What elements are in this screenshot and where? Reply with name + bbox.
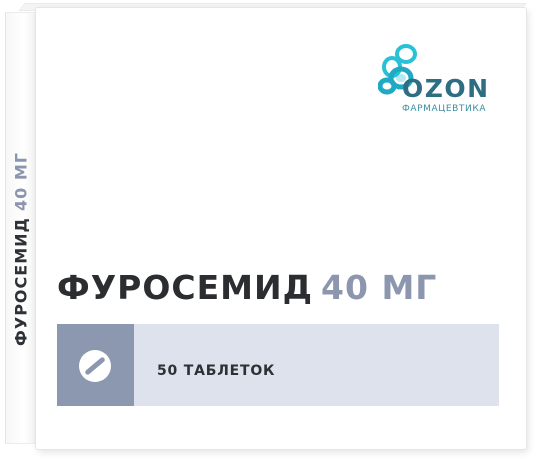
brand-subtitle: ФАРМАЦЕВТИКА xyxy=(402,104,487,114)
product-dose: 40 МГ xyxy=(321,268,438,307)
side-product-name: ФУРОСЕМИД xyxy=(11,217,31,346)
side-product-label: ФУРОСЕМИД 40 МГ xyxy=(8,126,34,346)
tablet-icon xyxy=(79,350,111,382)
product-name: ФУРОСЕМИД xyxy=(57,268,314,307)
side-product-dose: 40 МГ xyxy=(11,152,31,212)
product-title: ФУРОСЕМИД 40 МГ xyxy=(57,268,437,307)
tablet-count: 50 ТАБЛЕТОК xyxy=(157,363,276,379)
brand-name: OZON xyxy=(402,74,490,103)
